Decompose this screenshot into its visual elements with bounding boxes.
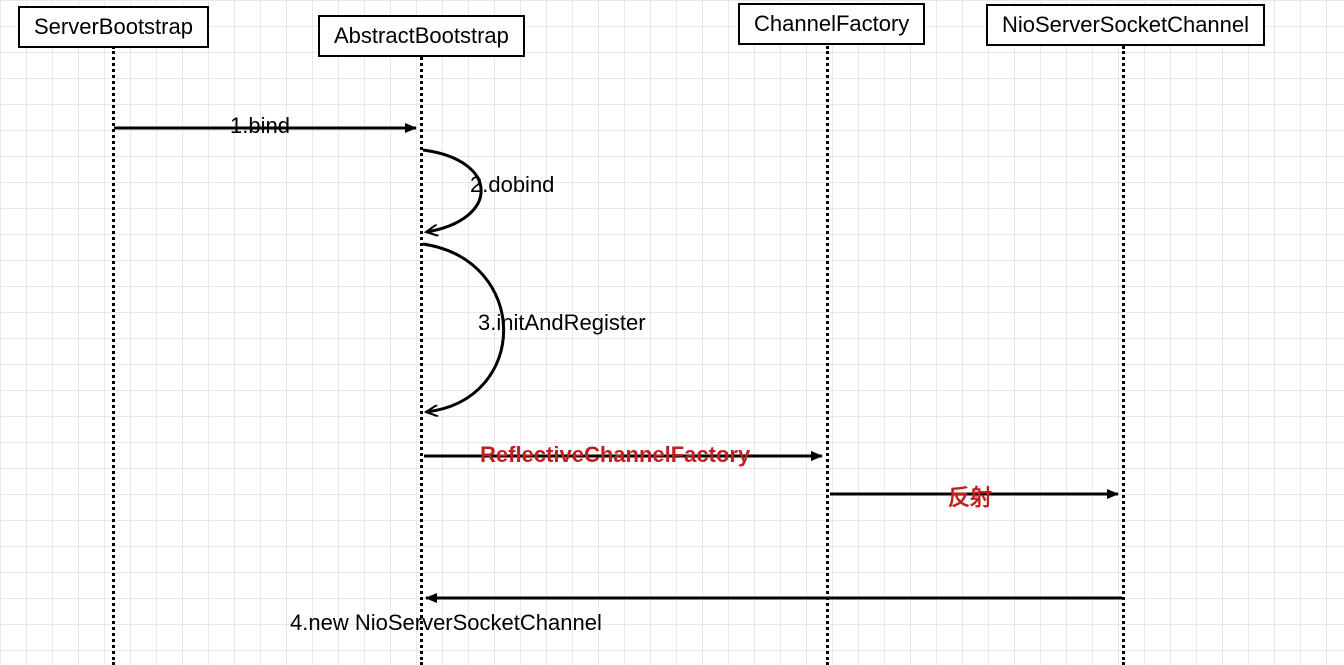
lifeline-channel-factory: [826, 46, 829, 665]
lifeline-server-bootstrap: [112, 46, 115, 665]
msg-new-nio-server-socket-channel: 4.new NioServerSocketChannel: [290, 610, 602, 636]
msg-bind: 1.bind: [230, 113, 290, 139]
participant-label: ChannelFactory: [754, 11, 909, 36]
participant-abstract-bootstrap: AbstractBootstrap: [318, 15, 525, 57]
msg-dobind: 2.dobind: [470, 172, 554, 198]
participant-channel-factory: ChannelFactory: [738, 3, 925, 45]
participant-nio-server-socket-channel: NioServerSocketChannel: [986, 4, 1265, 46]
msg-reflection: 反射: [948, 480, 992, 512]
participant-label: AbstractBootstrap: [334, 23, 509, 48]
msg-reflective-channel-factory: ReflectiveChannelFactory: [480, 442, 750, 468]
msg-init-and-register: 3.initAndRegister: [478, 310, 646, 336]
lifeline-nio-server-socket-channel: [1122, 46, 1125, 665]
participant-label: ServerBootstrap: [34, 14, 193, 39]
lifeline-abstract-bootstrap: [420, 46, 423, 665]
participant-server-bootstrap: ServerBootstrap: [18, 6, 209, 48]
participant-label: NioServerSocketChannel: [1002, 12, 1249, 37]
arrows-overlay: [0, 0, 1344, 665]
